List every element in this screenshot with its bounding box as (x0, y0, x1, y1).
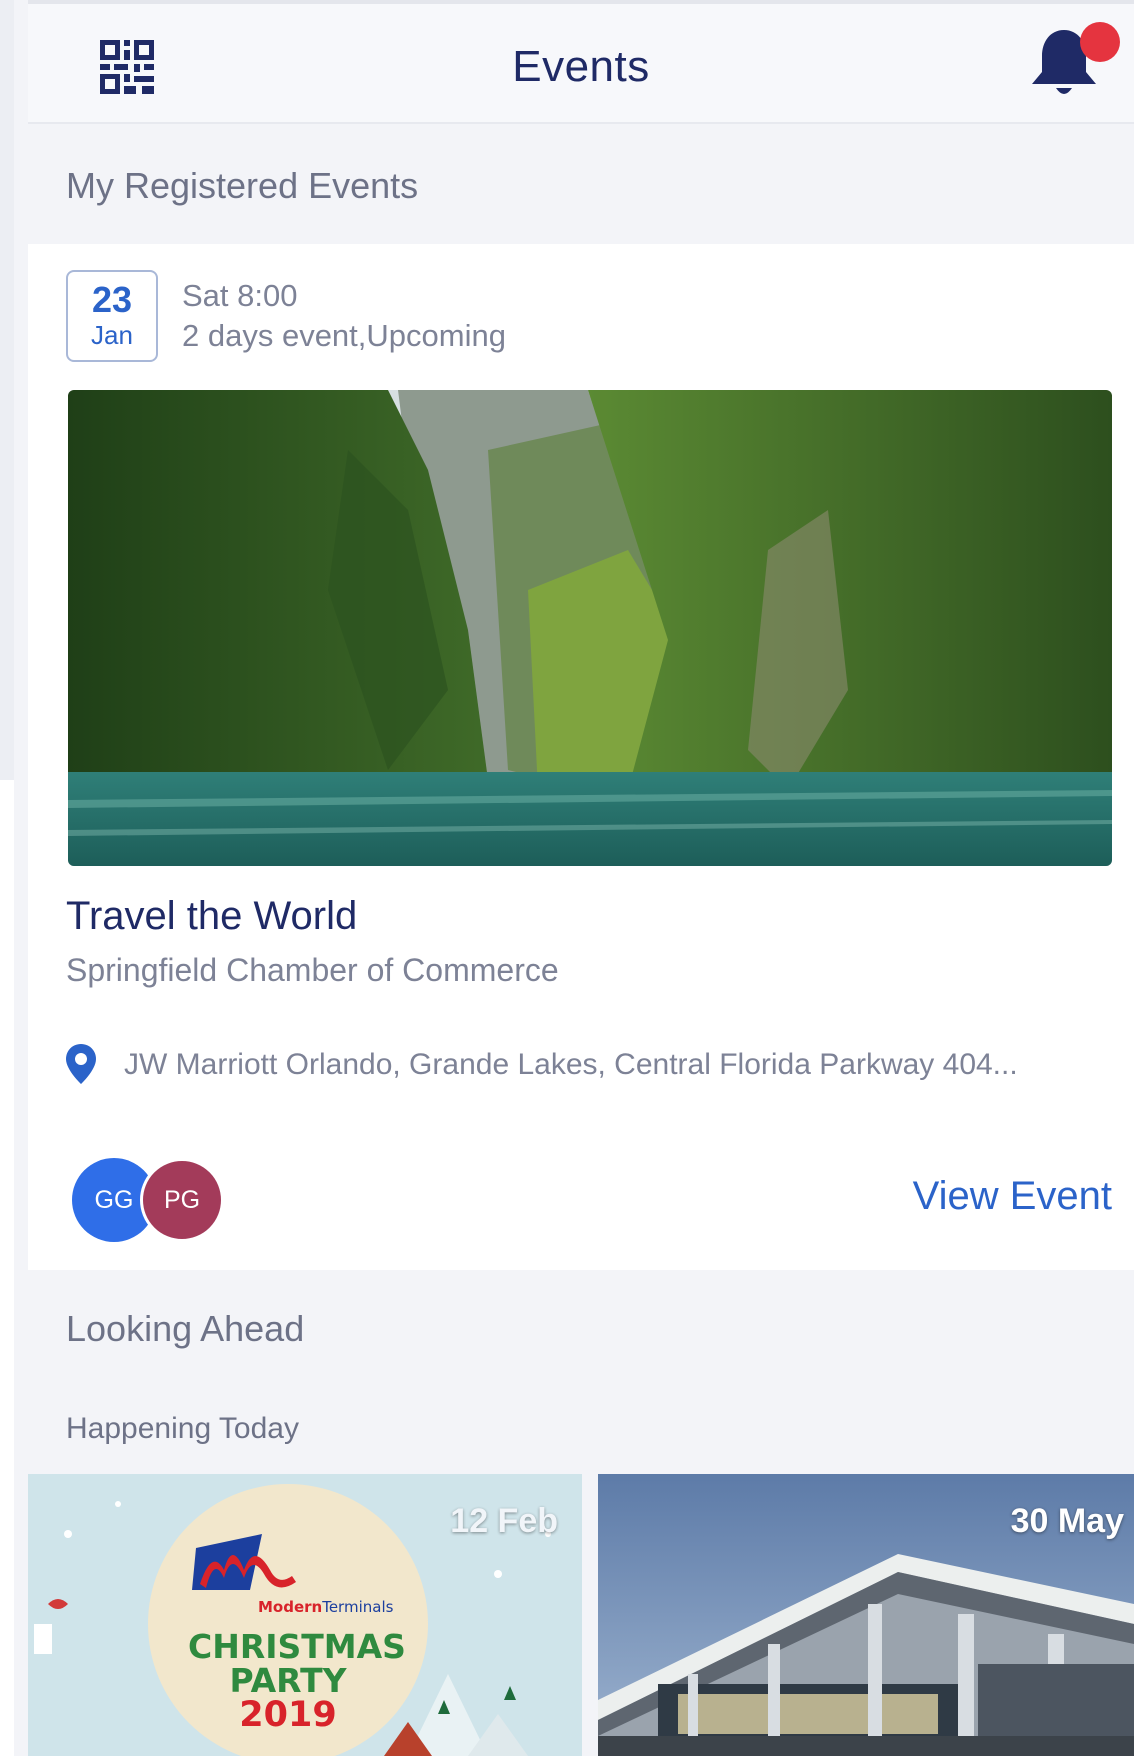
top-bar: Events (28, 0, 1134, 124)
looking-ahead-section-label: Looking Ahead (66, 1308, 305, 1349)
attendee-avatar[interactable]: PG (140, 1158, 224, 1242)
event-cover-image[interactable] (68, 390, 1112, 866)
date-day: 23 (91, 279, 133, 320)
poster-line-3: 2019 (239, 1695, 337, 1735)
event-date-label: 12 Feb (450, 1502, 558, 1540)
happening-today-label: Happening Today (66, 1412, 299, 1445)
date-month: Jan (91, 320, 133, 350)
event-duration-status: 2 days event,Upcoming (182, 318, 506, 353)
event-thumbnail[interactable]: 12 Feb ModernTerminals CHRISTMAS PARTY 2… (28, 1474, 582, 1756)
modern-terminals-logo-icon (192, 1534, 296, 1590)
event-card[interactable]: 23 Jan Sat 8:00 2 days event,Upcoming Tr… (28, 244, 1134, 1270)
poster-line-1: CHRISTMAS (188, 1627, 406, 1666)
event-date-label: 30 May (1010, 1502, 1124, 1540)
event-address: JW Marriott Orlando, Grande Lakes, Centr… (124, 1048, 1018, 1081)
date-badge: 23 Jan (66, 270, 158, 362)
event-name[interactable]: Travel the World (66, 894, 357, 939)
events-screen: Events My Registered Events 23 Jan Sat 8… (0, 0, 1134, 1756)
registered-section-label: My Registered Events (66, 165, 419, 206)
page-title: Events (512, 42, 650, 91)
view-event-button[interactable]: View Event (913, 1174, 1112, 1219)
poster-brand-line-2: Terminals (322, 1598, 394, 1616)
poster-line-2: PARTY (229, 1661, 347, 1700)
location-pin-icon (66, 1044, 96, 1084)
unread-badge (1080, 22, 1120, 62)
left-edge-shade (0, 0, 14, 780)
left-edge (0, 0, 14, 1756)
event-organizer: Springfield Chamber of Commerce (66, 952, 559, 988)
poster-brand: ModernTerminals (258, 1598, 393, 1616)
event-thumbnail[interactable]: 30 May (598, 1474, 1134, 1756)
event-time: Sat 8:00 (182, 278, 298, 313)
poster-brand-line-1: Modern (258, 1598, 323, 1616)
